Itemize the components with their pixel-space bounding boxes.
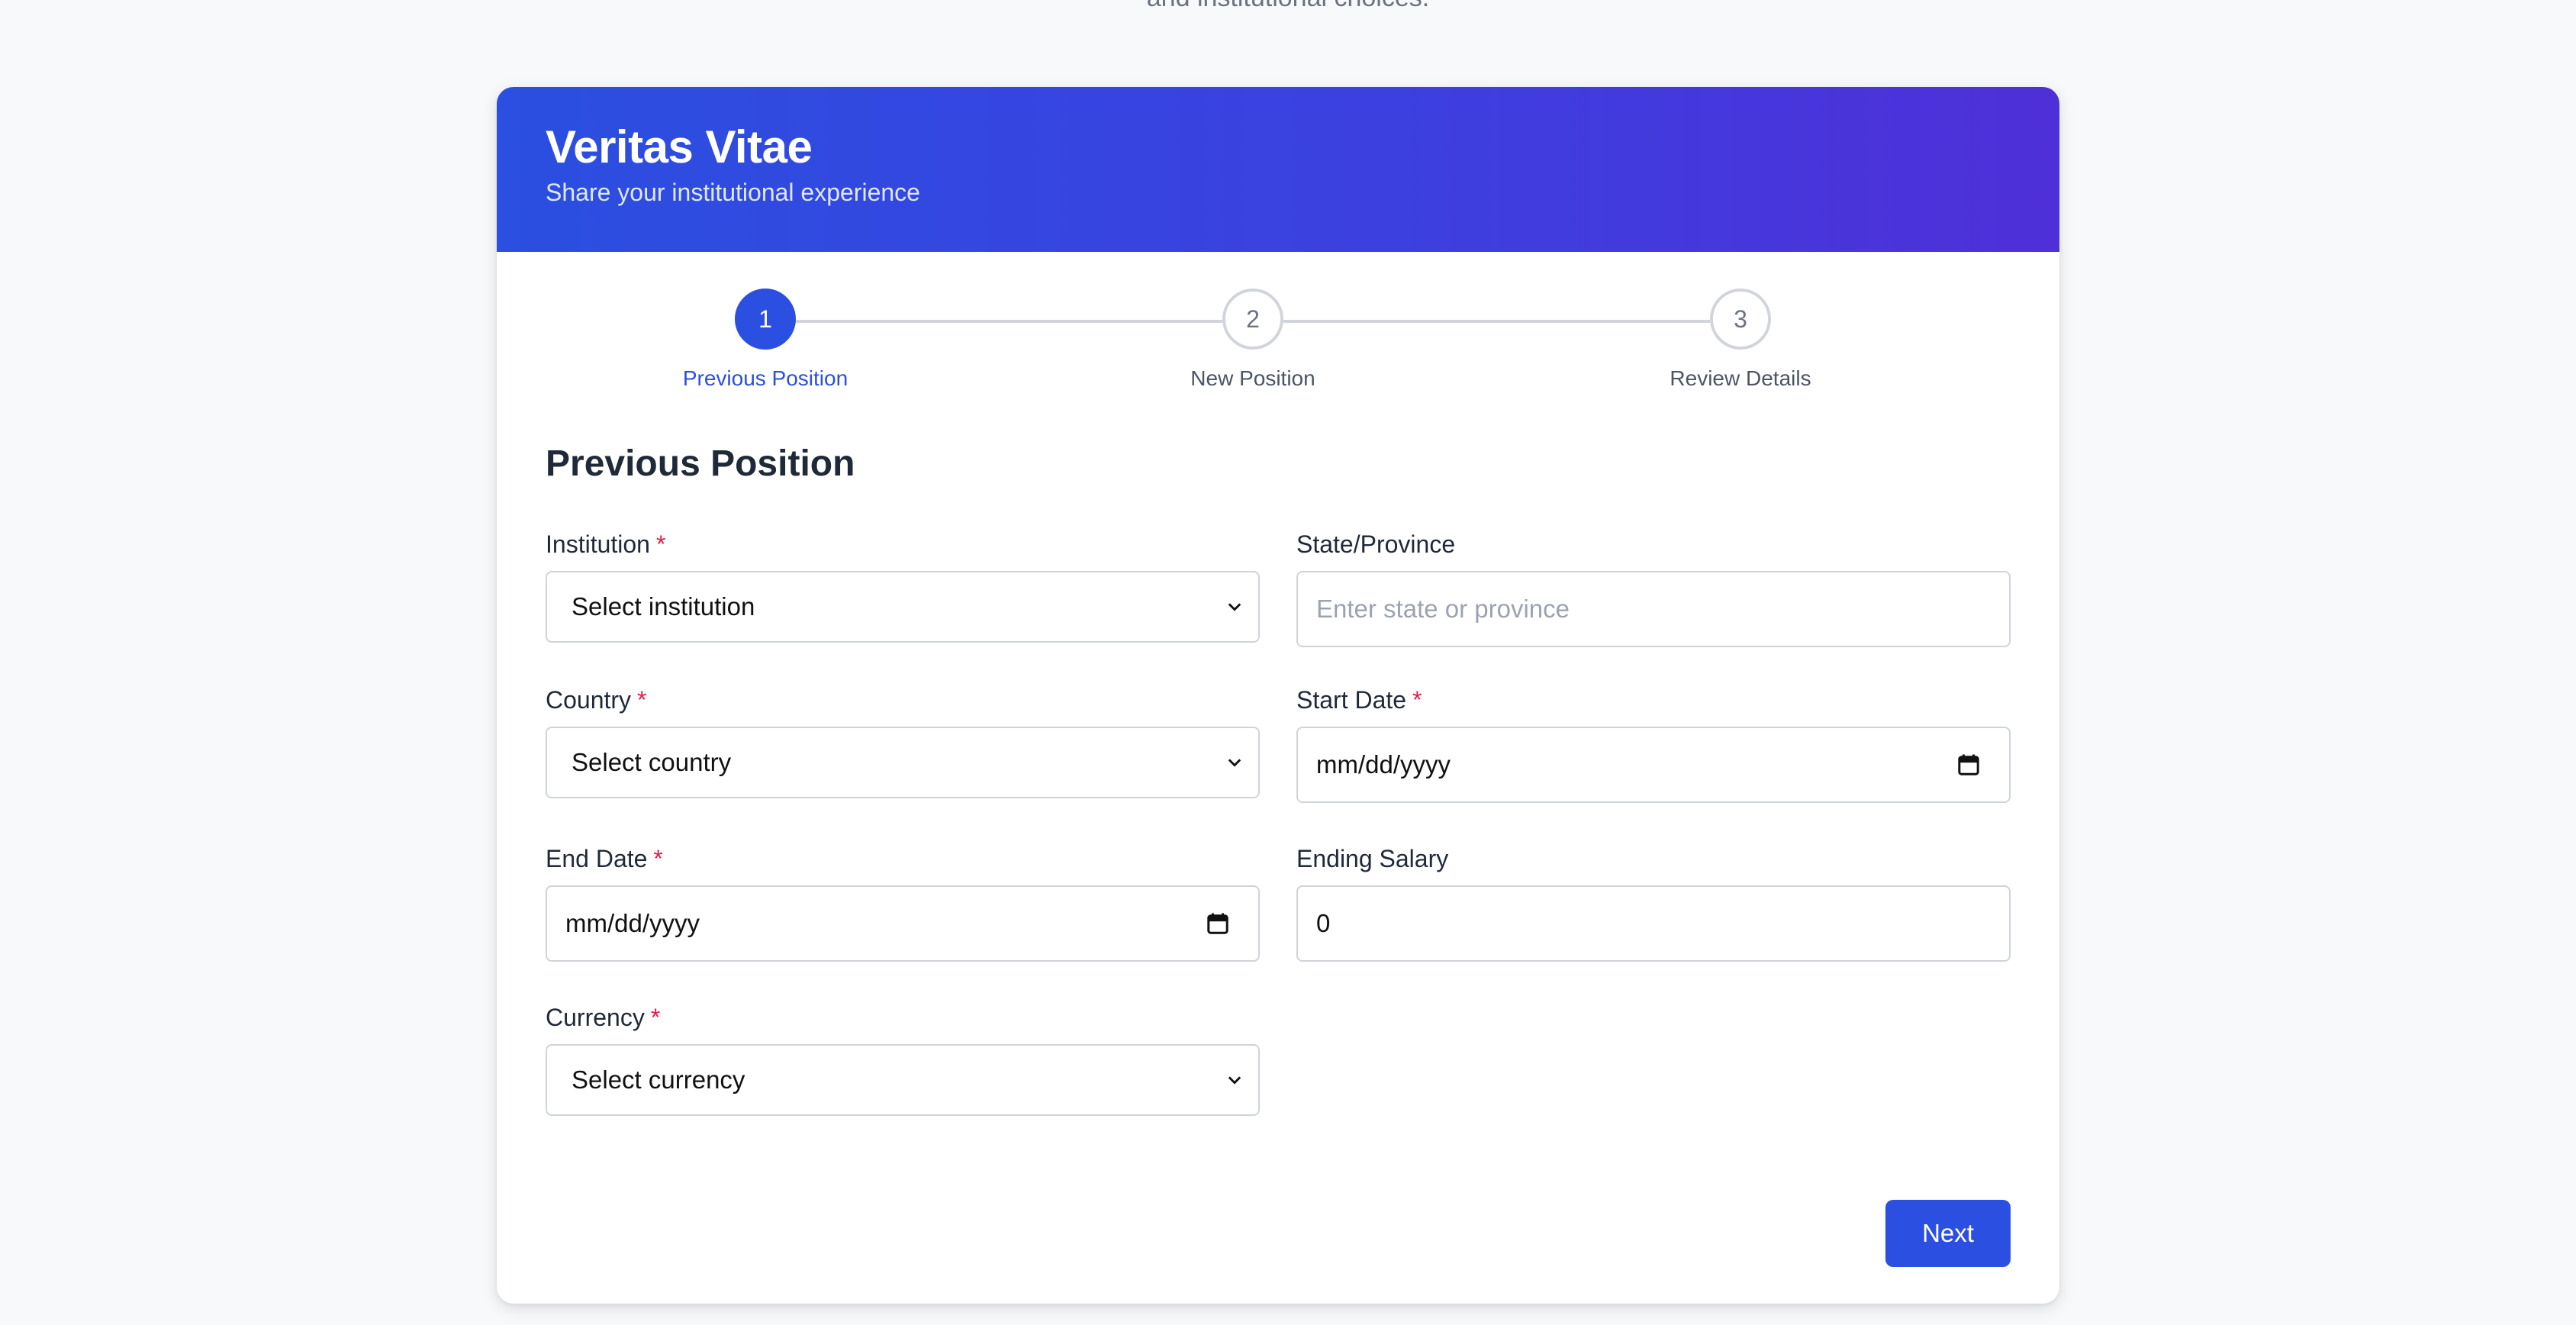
end-date-value: mm/dd/yyyy [565, 909, 700, 937]
start-date-field: Start Date * mm/dd/yyyy [1296, 684, 2011, 803]
step-number: 2 [1222, 289, 1283, 350]
currency-select[interactable]: Select currency [546, 1044, 1260, 1116]
country-value: Select country [572, 748, 732, 776]
ending-salary-value: 0 [1316, 909, 1331, 937]
chevron-down-icon [1228, 759, 1241, 767]
start-date-label-text: Start Date [1296, 686, 1407, 714]
ending-salary-label-text: Ending Salary [1296, 845, 1449, 872]
card-header: Veritas Vitae Share your institutional e… [497, 87, 2059, 252]
ending-salary-label: Ending Salary [1296, 843, 2011, 875]
end-date-label-text: End Date [546, 845, 648, 872]
required-mark: * [655, 530, 666, 558]
step-review-details[interactable]: 3 Review Details [1618, 289, 1863, 391]
start-date-value: mm/dd/yyyy [1316, 750, 1451, 779]
state-placeholder: Enter state or province [1316, 595, 1570, 623]
step-previous-position[interactable]: 1 Previous Position [643, 289, 887, 391]
page-intro-text: and institutional choices. [0, 0, 2576, 13]
institution-select[interactable]: Select institution [546, 571, 1260, 643]
start-date-input[interactable]: mm/dd/yyyy [1296, 727, 2011, 803]
state-input[interactable]: Enter state or province [1296, 571, 2011, 647]
chevron-down-icon [1228, 603, 1241, 611]
state-field: State/Province Enter state or province [1296, 528, 2011, 647]
country-field: Country * Select country [546, 684, 1260, 798]
country-label: Country * [546, 684, 1260, 716]
institution-field: Institution * Select institution [546, 528, 1260, 643]
currency-value: Select currency [572, 1065, 745, 1094]
required-mark: * [650, 1004, 661, 1031]
country-label-text: Country [546, 686, 632, 714]
state-label: State/Province [1296, 528, 2011, 560]
step-label: Review Details [1670, 366, 1811, 390]
stepper: 1 Previous Position 2 New Position 3 Rev… [497, 252, 2059, 405]
step-new-position[interactable]: 2 New Position [1131, 289, 1375, 391]
required-mark: * [653, 845, 663, 872]
next-button[interactable]: Next [1885, 1200, 2011, 1267]
chevron-down-icon [1228, 1076, 1241, 1085]
calendar-icon[interactable] [1206, 912, 1229, 935]
institution-label: Institution * [546, 528, 1260, 560]
step-number: 3 [1710, 289, 1771, 350]
step-number: 1 [735, 289, 796, 350]
required-mark: * [637, 686, 647, 714]
section-title: Previous Position [546, 443, 855, 484]
app-subtitle: Share your institutional experience [546, 179, 920, 206]
step-label: New Position [1190, 366, 1315, 390]
step-label: Previous Position [682, 366, 848, 390]
ending-salary-field: Ending Salary 0 [1296, 843, 2011, 962]
end-date-label: End Date * [546, 843, 1260, 875]
institution-label-text: Institution [546, 530, 650, 558]
currency-label-text: Currency [546, 1004, 645, 1031]
end-date-input[interactable]: mm/dd/yyyy [546, 885, 1260, 962]
calendar-icon[interactable] [1957, 753, 1980, 776]
ending-salary-input[interactable]: 0 [1296, 885, 2011, 962]
institution-value: Select institution [572, 592, 755, 621]
currency-field: Currency * Select currency [546, 1001, 1260, 1116]
end-date-field: End Date * mm/dd/yyyy [546, 843, 1260, 962]
country-select[interactable]: Select country [546, 727, 1260, 798]
state-label-text: State/Province [1296, 530, 1456, 558]
form-card: Veritas Vitae Share your institutional e… [497, 87, 2059, 1304]
currency-label: Currency * [546, 1001, 1260, 1033]
start-date-label: Start Date * [1296, 684, 2011, 716]
app-title: Veritas Vitae [546, 121, 813, 172]
required-mark: * [1412, 686, 1422, 714]
